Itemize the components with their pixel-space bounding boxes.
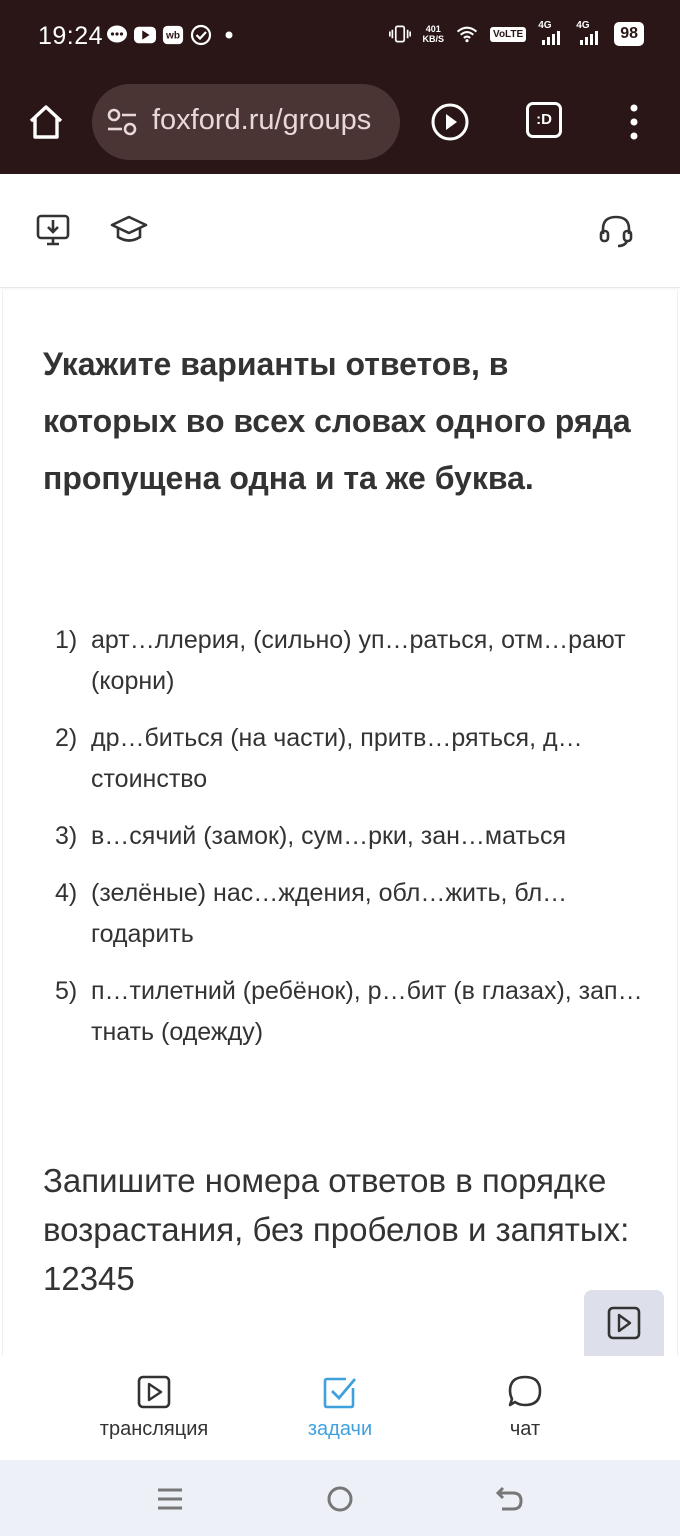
vibrate-icon [388, 23, 411, 45]
app-header [0, 174, 680, 288]
sim2-label: 4G [576, 20, 590, 31]
bottom-navigation: трансляция задачи чат [0, 1356, 680, 1460]
play-circle-icon [431, 103, 469, 141]
extension-button[interactable]: :D [526, 102, 562, 138]
browser-menu-button[interactable] [624, 102, 644, 142]
answer-option: 5) п…тилетний (ребёнок), р…бит (в глазах… [55, 971, 655, 1053]
option-number: 5) [55, 977, 78, 1005]
browser-toolbar: foxford.ru/groups :D [0, 74, 680, 174]
volte-badge: VoLTE [490, 26, 527, 42]
chat-notification-icon [106, 24, 128, 46]
answer-options-list: 1) арт…ллерия, (сильно) уп…раться, отм…р… [55, 620, 655, 1069]
chat-bubble-icon [508, 1375, 542, 1407]
check-circle-icon [190, 24, 212, 46]
sim1-label: 4G [538, 20, 552, 31]
media-play-button[interactable] [430, 102, 470, 142]
option-text: п…тилетний (ребёнок), р…бит (в глазах), … [91, 977, 643, 1046]
option-number: 3) [55, 822, 78, 850]
recent-apps-button[interactable] [153, 1482, 187, 1516]
option-text: др…биться (на части), притв…ряться, д…ст… [91, 724, 583, 793]
option-text: арт…ллерия, (сильно) уп…раться, отм…рают… [91, 626, 626, 695]
menu-lines-icon [158, 1488, 182, 1510]
tab-tasks[interactable]: задачи [250, 1374, 430, 1441]
tab-broadcast-label: трансляция [99, 1418, 209, 1440]
notification-icons: wb [106, 24, 240, 46]
net-speed-unit: KB/S [422, 34, 445, 44]
graduation-cap-icon [110, 215, 148, 242]
status-right: 401 KB/S VoLTE 4G 4G 98 [388, 20, 644, 46]
option-number: 4) [55, 879, 78, 907]
play-square-icon [607, 1306, 641, 1340]
task-card: Укажите варианты ответов, в которых во в… [2, 290, 678, 1356]
wb-icon: wb [162, 24, 184, 46]
answer-option: 3) в…сячий (замок), сум…рки, зан…маться [55, 816, 655, 857]
tab-chat[interactable]: чат [435, 1374, 615, 1441]
checkbox-icon [323, 1377, 357, 1409]
option-text: (зелёные) нас…ждения, обл…жить, бл…годар… [91, 879, 568, 948]
download-monitor-button[interactable] [35, 212, 71, 248]
answer-option: 4) (зелёные) нас…ждения, обл…жить, бл…го… [55, 873, 655, 955]
back-button[interactable] [493, 1482, 527, 1516]
status-bar: 19:24 wb 401 KB/S VoLTE 4G 4G 98 [0, 0, 680, 74]
circle-home-icon [327, 1486, 353, 1512]
sim1-signal: 4G [538, 20, 564, 46]
task-title: Укажите варианты ответов, в которых во в… [43, 346, 631, 496]
status-time: 19:24 [38, 22, 104, 50]
courses-button[interactable] [110, 212, 148, 248]
home-icon [29, 105, 63, 139]
option-number: 2) [55, 724, 78, 752]
back-arrow-icon [495, 1486, 523, 1511]
youtube-icon [134, 24, 156, 46]
address-bar[interactable]: foxford.ru/groups [92, 84, 400, 160]
more-vert-icon [630, 104, 638, 140]
system-navigation-bar [0, 1460, 680, 1536]
floating-video-button[interactable] [584, 1290, 664, 1356]
url-text: foxford.ru/groups [152, 104, 372, 136]
option-text: в…сячий (замок), сум…рки, зан…маться [91, 822, 566, 850]
play-square-icon [137, 1375, 171, 1409]
home-button[interactable] [26, 102, 66, 142]
site-settings-icon[interactable] [106, 107, 138, 137]
home-system-button[interactable] [323, 1482, 357, 1516]
net-speed-value: 401 [425, 24, 441, 34]
task-instruction: Запишите номера ответов в порядке возрас… [43, 1162, 630, 1297]
tab-chat-label: чат [509, 1418, 541, 1440]
sim2-signal: 4G [576, 20, 602, 46]
svg-text:wb: wb [165, 31, 180, 42]
option-number: 1) [55, 626, 78, 654]
answer-option: 1) арт…ллерия, (сильно) уп…раться, отм…р… [55, 620, 655, 702]
net-speed: 401 KB/S [423, 24, 445, 44]
dot-icon [218, 24, 240, 46]
task-content: Укажите варианты ответов, в которых во в… [0, 290, 680, 1356]
battery-indicator: 98 [614, 22, 644, 46]
headset-icon [599, 215, 633, 248]
answer-option: 2) др…биться (на части), притв…ряться, д… [55, 718, 655, 800]
wifi-icon [456, 23, 478, 45]
tab-tasks-label: задачи [307, 1418, 373, 1440]
tab-broadcast[interactable]: трансляция [64, 1374, 244, 1441]
support-button[interactable] [598, 212, 634, 248]
download-monitor-icon [36, 214, 70, 246]
